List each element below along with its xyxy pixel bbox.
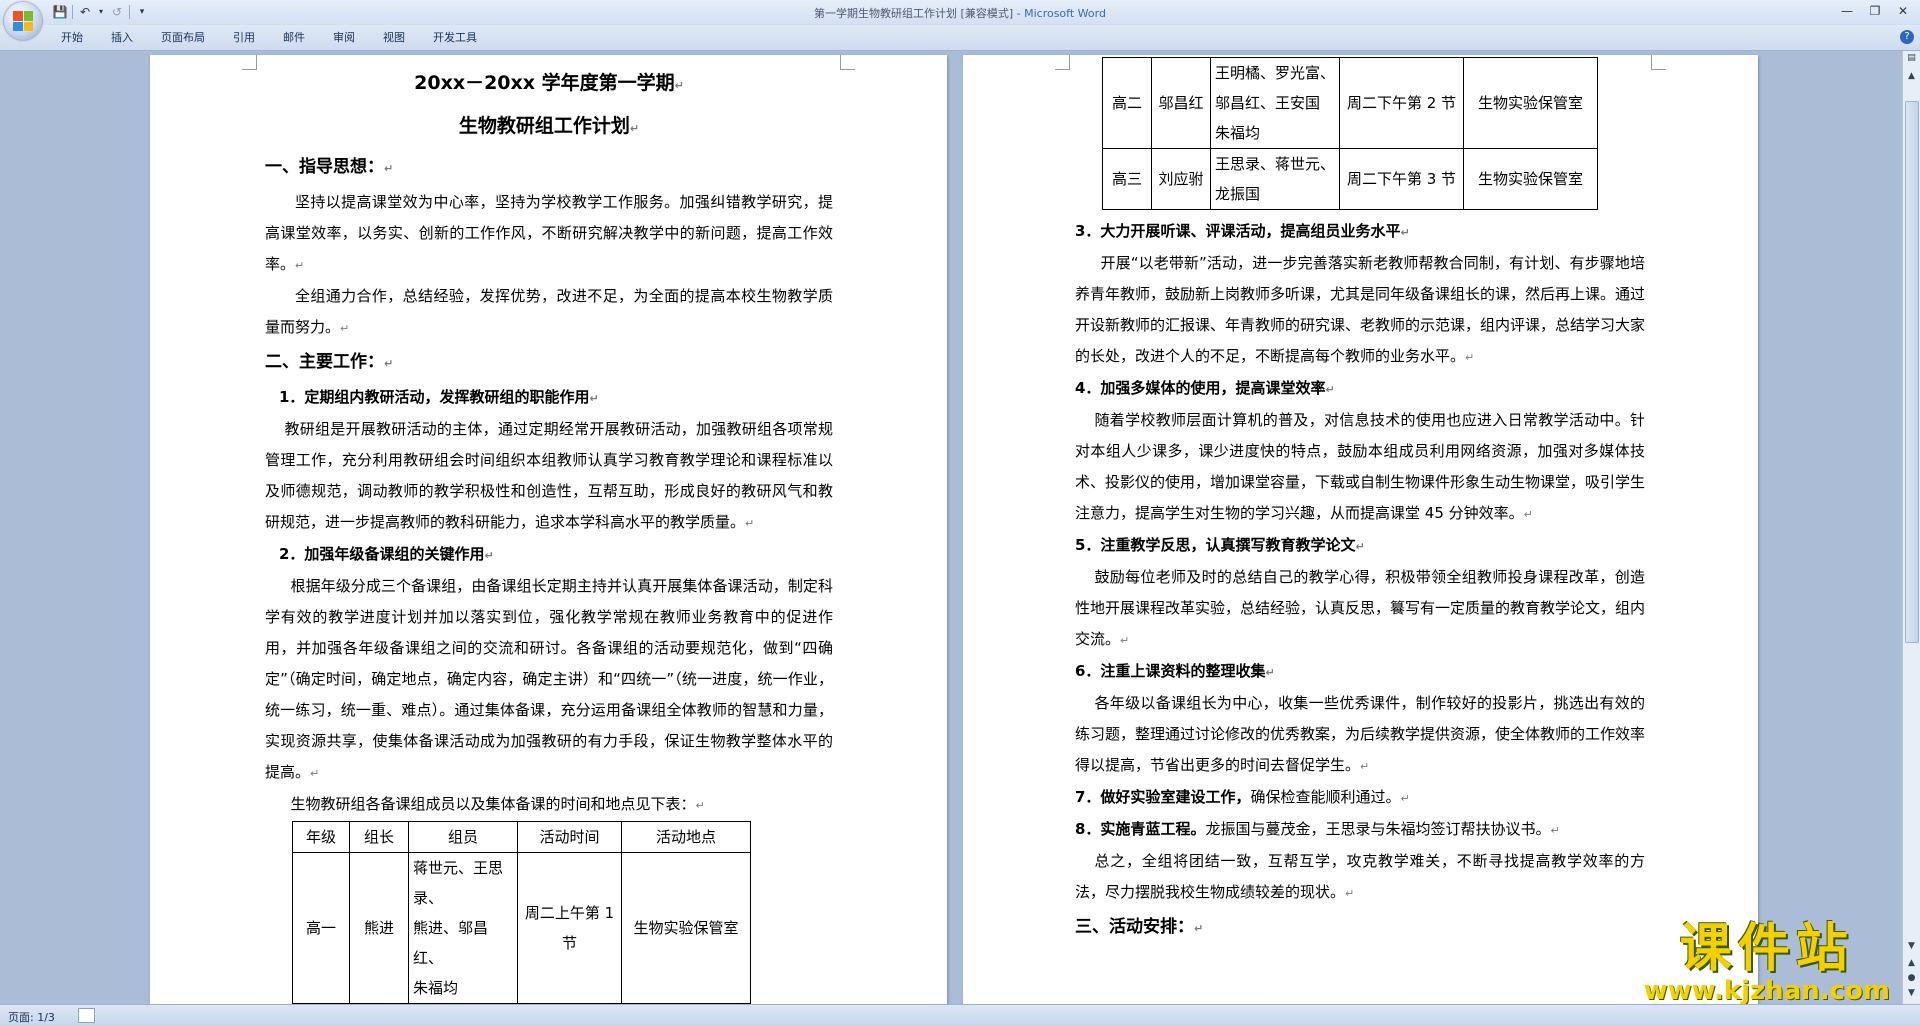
tab-home[interactable]: 开始: [49, 30, 99, 46]
help-icon[interactable]: ?: [1900, 30, 1914, 44]
section-1-paragraph-1: 坚持以提高课堂效为中心率，坚持为学校教学工作服务。加强纠错教学研究，提高课堂效率…: [265, 193, 833, 273]
place-cell: 生物实验保管室: [621, 852, 751, 1004]
proofing-icon[interactable]: [78, 1008, 95, 1023]
document-title: 第一学期生物教研组工作计划 [兼容模式] -: [814, 7, 1025, 20]
page-2-content[interactable]: 高二 邬昌红 王明橘、罗光富、 邬昌红、王安国 朱福均 周二下午第 2 节 生物实验…: [1075, 57, 1645, 947]
item-1-text: 教研组是开展教研活动的主体，通过定期经常开展教研活动，加强教研组各项常规管理工作…: [265, 420, 833, 531]
table-row: 高三 刘应驸 王思录、蒋世元、 龙振国 周二下午第 3 节 生物实验保管室: [1102, 148, 1598, 210]
title-bar: 💾 ↶ ▾ ↺ ▾ 第一学期生物教研组工作计划 [兼容模式] - Microso…: [0, 0, 1920, 40]
status-bar: 页面: 1/3: [0, 1004, 1920, 1026]
crop-mark-top-right: [1651, 55, 1666, 70]
item-7: 7．做好实验室建设工作，确保检查能顺利通过。↵: [1075, 788, 1410, 806]
table-header-cell: 组员: [408, 821, 518, 853]
summary-paragraph: 总之，全组将团结一致，互帮互学，攻克教学难关，不断寻找提高教学效率的方法，尽力摆…: [1075, 852, 1645, 901]
table-header-cell: 活动地点: [621, 821, 751, 853]
item-8: 8．实施青蓝工程。龙振国与蔓茂金，王思录与朱福均签订帮扶协议书。↵: [1075, 820, 1560, 838]
grade-cell: 高二: [1102, 57, 1152, 149]
page-2: 高二 邬昌红 王明橘、罗光富、 邬昌红、王安国 朱福均 周二下午第 2 节 生物实验…: [963, 55, 1758, 1004]
tab-view[interactable]: 视图: [371, 30, 421, 46]
time-cell: 周二下午第 3 节: [1339, 148, 1464, 210]
ribbon-tab-row: 开始 插入 页面布局 引用 邮件 审阅 视图 开发工具 ?: [0, 25, 1920, 51]
next-page-icon[interactable]: ▼: [1903, 986, 1920, 1001]
item-6-heading: 6．注重上课资料的整理收集↵: [1075, 662, 1275, 680]
item-3-heading: 3．大力开展听课、评课活动，提高组员业务水平↵: [1075, 222, 1410, 240]
crop-mark-top-left: [1055, 55, 1070, 70]
table-caption: 生物教研组各备课组成员以及集体备课的时间和地点见下表：↵: [290, 795, 705, 813]
time-cell: 周二下午第 2 节: [1339, 57, 1464, 149]
page-1-content[interactable]: 20xx－20xx 学年度第一学期↵ 生物教研组工作计划↵ 一、指导思想：↵ 坚…: [265, 63, 833, 1004]
item-4-text: 随着学校教师层面计算机的普及，对信息技术的使用也应进入日常教学活动中。针对本组人…: [1075, 411, 1646, 522]
table-header-cell: 年级: [292, 821, 350, 853]
time-cell: 周二上午第 1 节: [517, 852, 622, 1004]
watermark-text: 课件站: [1679, 918, 1854, 979]
section-1-heading: 一、指导思想：↵: [265, 157, 394, 177]
table-row: 高二 邬昌红 王明橘、罗光富、 邬昌红、王安国 朱福均 周二下午第 2 节 生物实验…: [1102, 57, 1598, 149]
place-cell: 生物实验保管室: [1463, 148, 1598, 210]
doc-title-line-1: 20xx－20xx 学年度第一学期↵: [414, 72, 684, 94]
item-5-text: 鼓励每位老师及时的总结自己的教学心得，积极带领全组教师投身课程改革，创造性地开展…: [1075, 568, 1646, 648]
leader-cell: 熊进: [349, 852, 409, 1004]
watermark-logo: 课件站 www.kjzhan.com: [1643, 918, 1890, 1006]
previous-page-icon[interactable]: ▲: [1903, 956, 1920, 971]
item-3-text: 开展“以老带新”活动，进一步完善落实新老教师帮教合同制，有计划、有步骤地培养青年…: [1075, 254, 1646, 365]
item-4-heading: 4．加强多媒体的使用，提高课堂效率↵: [1075, 379, 1335, 397]
scroll-thumb[interactable]: [1905, 101, 1919, 643]
members-cell: 王思录、蒋世元、 龙振国: [1210, 148, 1340, 210]
item-2-heading: 2．加强年级备课组的关键作用↵: [279, 545, 494, 563]
scroll-down-icon[interactable]: ▼: [1903, 939, 1920, 954]
ribbon-tabs: 开始 插入 页面布局 引用 邮件 审阅 视图 开发工具: [49, 30, 493, 46]
table-header-row: 年级 组长 组员 活动时间 活动地点: [292, 821, 751, 853]
minimize-button[interactable]: —: [1834, 2, 1860, 20]
item-1-heading: 1．定期组内教研活动，发挥教研组的职能作用↵: [279, 388, 599, 406]
table-header-cell: 活动时间: [517, 821, 622, 853]
place-cell: 生物实验保管室: [1463, 57, 1598, 149]
leader-cell: 邬昌红: [1151, 57, 1211, 149]
members-cell: 王明橘、罗光富、 邬昌红、王安国 朱福均: [1210, 57, 1340, 149]
office-logo-icon: [13, 11, 33, 31]
vertical-scrollbar[interactable]: ▤ ▲ ▼ ▲ ● ▼: [1902, 51, 1920, 1004]
tab-insert[interactable]: 插入: [99, 30, 149, 46]
doc-title-line-2: 生物教研组工作计划↵: [458, 115, 640, 137]
page-count-status[interactable]: 页面: 1/3: [8, 1009, 55, 1025]
page-1: 20xx－20xx 学年度第一学期↵ 生物教研组工作计划↵ 一、指导思想：↵ 坚…: [150, 55, 947, 1004]
scroll-up-icon[interactable]: ▲: [1903, 69, 1920, 84]
item-6-text: 各年级以备课组长为中心，收集一些优秀课件，制作较好的投影片，挑选出有效的练习题，…: [1075, 694, 1646, 774]
tab-mailings[interactable]: 邮件: [271, 30, 321, 46]
tab-review[interactable]: 审阅: [321, 30, 371, 46]
section-2-heading: 二、主要工作：↵: [265, 352, 394, 372]
tab-developer[interactable]: 开发工具: [421, 30, 493, 46]
crop-mark-top-left: [242, 55, 257, 70]
document-area: 20xx－20xx 学年度第一学期↵ 生物教研组工作计划↵ 一、指导思想：↵ 坚…: [0, 51, 1903, 1004]
tab-page-layout[interactable]: 页面布局: [149, 30, 221, 46]
app-name: Microsoft Word: [1024, 7, 1106, 20]
table-row: 高一 熊进 蒋世元、王思录、 熊进、邬昌红、 朱福均 周二上午第 1 节 生物实验保…: [292, 852, 751, 1004]
leader-cell: 刘应驸: [1151, 148, 1211, 210]
item-2-text: 根据年级分成三个备课组，由备课组长定期主持并认真开展集体备课活动，制定科学有效的…: [265, 577, 833, 781]
tab-references[interactable]: 引用: [221, 30, 271, 46]
watermark-url: www.kjzhan.com: [1643, 976, 1890, 1006]
grade-cell: 高三: [1102, 148, 1152, 210]
table-header-cell: 组长: [349, 821, 409, 853]
section-3-heading: 三、活动安排：↵: [1075, 917, 1204, 937]
ruler-toggle-icon[interactable]: ▤: [1903, 51, 1920, 66]
item-5-heading: 5．注重教学反思，认真撰写教育教学论文↵: [1075, 536, 1365, 554]
schedule-table-part-1: 年级 组长 组员 活动时间 活动地点 高一 熊进 蒋世元、王思录、 熊进、邬昌红、…: [292, 821, 751, 1004]
select-browse-object-icon[interactable]: ●: [1903, 971, 1920, 986]
window-controls: — ❐ ✕: [1834, 2, 1916, 20]
members-cell: 蒋世元、王思录、 熊进、邬昌红、 朱福均: [408, 852, 518, 1004]
window-title: 第一学期生物教研组工作计划 [兼容模式] - Microsoft Word: [0, 5, 1920, 21]
close-button[interactable]: ✕: [1890, 2, 1916, 20]
section-1-paragraph-2: 全组通力合作，总结经验，发挥优势，改进不足，为全面的提高本校生物教学质量而努力。…: [265, 287, 833, 336]
maximize-button[interactable]: ❐: [1862, 2, 1888, 20]
grade-cell: 高一: [292, 852, 350, 1004]
schedule-table-part-2: 高二 邬昌红 王明橘、罗光富、 邬昌红、王安国 朱福均 周二下午第 2 节 生物实验…: [1102, 57, 1598, 210]
crop-mark-top-right: [840, 55, 855, 70]
office-button[interactable]: [4, 2, 42, 40]
